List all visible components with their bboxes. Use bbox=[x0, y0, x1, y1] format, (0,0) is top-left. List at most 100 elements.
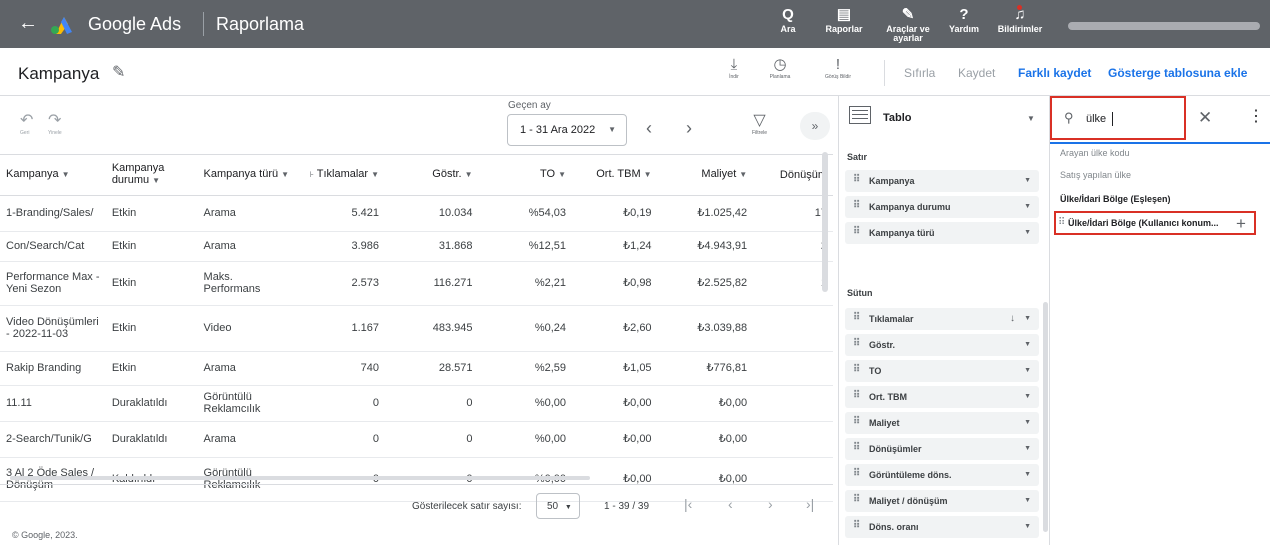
save-button[interactable]: Kaydet bbox=[958, 66, 995, 80]
dropdown-arrow-icon[interactable]: ▼ bbox=[1024, 471, 1031, 478]
account-info-blurred[interactable] bbox=[1068, 22, 1260, 30]
header-impressions[interactable]: Göstr. ▼ bbox=[385, 155, 479, 196]
dimension-search-input[interactable]: ⚲ ülke bbox=[1050, 96, 1186, 140]
drag-handle-icon[interactable]: ⠿ bbox=[853, 416, 860, 427]
filter-button[interactable]: ▽ Filtrele bbox=[752, 110, 767, 136]
header-cost[interactable]: Maliyet ▼ bbox=[657, 155, 754, 196]
table-row[interactable]: 11.11 Duraklatıldı Görüntülü Reklamcılık… bbox=[0, 385, 833, 422]
search-result-item[interactable]: Satış yapılan ülke bbox=[1060, 170, 1131, 180]
drag-handle-icon[interactable]: ⠿ bbox=[853, 442, 860, 453]
header-ctr[interactable]: TO ▼ bbox=[478, 155, 573, 196]
column-metric-chip[interactable]: ⠿ Maliyet / dönüşüm ▼ bbox=[845, 490, 1039, 512]
dropdown-arrow-icon[interactable]: ▼ bbox=[1024, 393, 1031, 400]
clear-search-icon[interactable]: ✕ bbox=[1198, 108, 1212, 128]
row-dimension-chip[interactable]: ⠿ Kampanya türü ▼ bbox=[845, 222, 1039, 244]
rows-per-page-select[interactable]: 50 ▼ bbox=[536, 493, 580, 519]
row-dimension-chip[interactable]: ⠿ Kampanya ▼ bbox=[845, 170, 1039, 192]
schedule-button[interactable]: ◷ Planlama bbox=[766, 56, 794, 80]
text-cursor bbox=[1112, 112, 1113, 126]
feedback-button[interactable]: ! Görüş Bildir bbox=[818, 56, 858, 80]
drag-handle-icon[interactable]: ⠿ bbox=[1058, 217, 1065, 228]
first-page-icon[interactable]: |‹ bbox=[684, 496, 692, 512]
add-dimension-icon[interactable]: + bbox=[1236, 214, 1246, 234]
next-period-icon[interactable]: › bbox=[686, 118, 692, 139]
column-metric-chip[interactable]: ⠿ Döns. oranı ▼ bbox=[845, 516, 1039, 538]
table-row[interactable]: 2-Search/Tunik/G Duraklatıldı Arama 0 0 … bbox=[0, 421, 833, 458]
row-dimension-label: Kampanya türü bbox=[869, 228, 935, 238]
last-page-icon[interactable]: ›| bbox=[806, 496, 814, 512]
download-button[interactable]: ⤓ İndir bbox=[722, 56, 746, 80]
header-clicks[interactable]: ⊦ Tıklamalar ▼ bbox=[297, 155, 386, 196]
header-avg-cpc[interactable]: Ort. TBM ▼ bbox=[572, 155, 658, 196]
dropdown-arrow-icon[interactable]: ▼ bbox=[1024, 419, 1031, 426]
cell-status: Etkin bbox=[105, 351, 198, 386]
drag-handle-icon[interactable]: ⠿ bbox=[853, 468, 860, 479]
back-arrow-icon[interactable]: ← bbox=[18, 12, 38, 35]
header-campaign-type[interactable]: Kampanya türü ▼ bbox=[197, 155, 298, 196]
search-result-item[interactable]: Arayan ülke kodu bbox=[1060, 148, 1130, 158]
reset-button[interactable]: Sıfırla bbox=[904, 66, 935, 80]
dropdown-arrow-icon[interactable]: ▼ bbox=[1024, 203, 1031, 210]
redo-icon[interactable]: ↷ bbox=[48, 110, 61, 130]
drag-handle-icon[interactable]: ⠿ bbox=[853, 312, 860, 323]
dropdown-arrow-icon[interactable]: ▼ bbox=[1024, 341, 1031, 348]
table-row[interactable]: Video Dönüşümleri - 2022-11-03 Etkin Vid… bbox=[0, 305, 833, 352]
edit-title-icon[interactable]: ✎ bbox=[112, 62, 125, 82]
drag-handle-icon[interactable]: ⠿ bbox=[853, 338, 860, 349]
table-row[interactable]: 1-Branding/Sales/ Etkin Arama 5.421 10.0… bbox=[0, 195, 833, 232]
column-metric-chip[interactable]: ⠿ Göstr. ▼ bbox=[845, 334, 1039, 356]
table-row[interactable]: Rakip Branding Etkin Arama 740 28.571 %2… bbox=[0, 351, 833, 386]
reports-nav-button[interactable]: ▤ Raporlar bbox=[820, 6, 868, 34]
cell-cost: ₺776,81 bbox=[657, 351, 754, 386]
dropdown-arrow-icon[interactable]: ▼ bbox=[1024, 315, 1031, 322]
add-to-dashboard-button[interactable]: Gösterge tablosuna ekle bbox=[1108, 66, 1247, 80]
sort-descending-icon[interactable]: ↓ bbox=[1010, 313, 1015, 324]
column-metric-chip[interactable]: ⠿ Ort. TBM ▼ bbox=[845, 386, 1039, 408]
dropdown-arrow-icon[interactable]: ▼ bbox=[1024, 445, 1031, 452]
dropdown-arrow-icon[interactable]: ▼ bbox=[1024, 497, 1031, 504]
cell-type: Görüntülü Reklamcılık bbox=[197, 385, 298, 422]
drag-handle-icon[interactable]: ⠿ bbox=[853, 390, 860, 401]
view-type-value[interactable]: Tablo bbox=[883, 112, 912, 124]
header-campaign[interactable]: Kampanya ▼ bbox=[0, 155, 106, 196]
header-campaign-status[interactable]: Kampanya durumu ▼ bbox=[105, 155, 198, 196]
drag-handle-icon[interactable]: ⠿ bbox=[853, 174, 860, 185]
cell-ctr: %2,21 bbox=[478, 261, 573, 306]
collapse-panel-button[interactable]: » bbox=[800, 112, 830, 140]
table-horizontal-scrollbar[interactable] bbox=[10, 476, 590, 480]
undo-icon[interactable]: ↶ bbox=[20, 110, 33, 130]
previous-period-icon[interactable]: ‹ bbox=[646, 118, 652, 139]
date-range-picker[interactable]: 1 - 31 Ara 2022 ▼ bbox=[507, 114, 627, 146]
drag-handle-icon[interactable]: ⠿ bbox=[853, 520, 860, 531]
panel-scrollbar[interactable] bbox=[1043, 302, 1048, 532]
dropdown-arrow-icon[interactable]: ▼ bbox=[1024, 367, 1031, 374]
dropdown-arrow-icon[interactable]: ▼ bbox=[1024, 523, 1031, 530]
tools-nav-button[interactable]: ✎ Araçlar ve ayarlar bbox=[880, 6, 936, 43]
help-nav-button[interactable]: ? Yardım bbox=[944, 6, 984, 34]
dropdown-arrow-icon[interactable]: ▼ bbox=[1024, 229, 1031, 236]
table-vertical-scrollbar[interactable] bbox=[822, 152, 828, 292]
column-metric-chip[interactable]: ⠿ Tıklamalar ↓ ▼ bbox=[845, 308, 1039, 330]
search-result-item[interactable]: Ülke/İdari Bölge (Eşleşen) bbox=[1060, 194, 1171, 204]
more-options-icon[interactable]: ⋮ bbox=[1248, 106, 1264, 126]
drag-handle-icon[interactable]: ⠿ bbox=[853, 226, 860, 237]
cell-avg-cpc: ₺2,60 bbox=[572, 305, 658, 352]
notifications-nav-button[interactable]: ♫ Bildirimler bbox=[990, 6, 1050, 34]
table-row[interactable]: Con/Search/Cat Etkin Arama 3.986 31.868 … bbox=[0, 231, 833, 262]
next-page-icon[interactable]: › bbox=[768, 496, 773, 512]
column-metric-chip[interactable]: ⠿ Görüntüleme döns. ▼ bbox=[845, 464, 1039, 486]
dropdown-arrow-icon[interactable]: ▼ bbox=[1024, 177, 1031, 184]
drag-handle-icon[interactable]: ⠿ bbox=[853, 364, 860, 375]
row-dimension-chip[interactable]: ⠿ Kampanya durumu ▼ bbox=[845, 196, 1039, 218]
dropdown-arrow-icon[interactable]: ▼ bbox=[1027, 114, 1035, 123]
column-metric-chip[interactable]: ⠿ TO ▼ bbox=[845, 360, 1039, 382]
search-nav-button[interactable]: Q Ara bbox=[776, 6, 800, 34]
table-row[interactable]: Performance Max - Yeni Sezon Etkin Maks.… bbox=[0, 261, 833, 306]
drag-handle-icon[interactable]: ⠿ bbox=[853, 200, 860, 211]
save-as-button[interactable]: Farklı kaydet bbox=[1018, 66, 1091, 80]
column-metric-chip[interactable]: ⠿ Maliyet ▼ bbox=[845, 412, 1039, 434]
column-metric-chip[interactable]: ⠿ Dönüşümler ▼ bbox=[845, 438, 1039, 460]
search-result-item-highlighted[interactable]: ⠿ Ülke/İdari Bölge (Kullanıcı konum... + bbox=[1054, 211, 1256, 235]
previous-page-icon[interactable]: ‹ bbox=[728, 496, 733, 512]
drag-handle-icon[interactable]: ⠿ bbox=[853, 494, 860, 505]
